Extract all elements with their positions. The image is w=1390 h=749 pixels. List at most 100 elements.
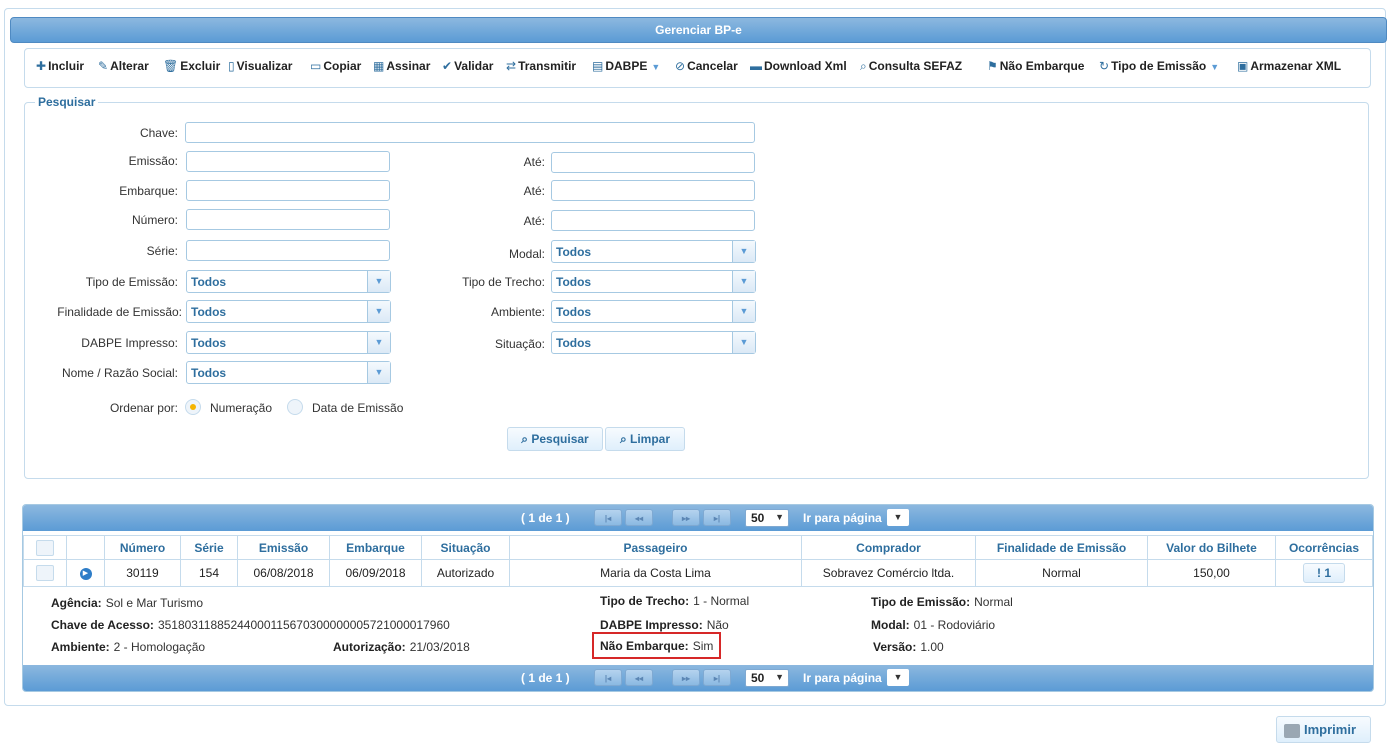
cancelar-button[interactable]: ⊘ Cancelar [675,59,738,73]
dabpe-select[interactable]: Todos ▼ [186,331,391,354]
search-icon: ⌕ [860,59,867,73]
ordenar-label: Ordenar por: [109,401,178,415]
imprimir-button[interactable]: Imprimir [1276,716,1371,743]
chevron-down-icon: ▼ [732,241,755,262]
pesquisar-button[interactable]: ⌕ Pesquisar [507,427,603,451]
cell-situacao: Autorizado [421,559,510,587]
flag-icon: ⚑ [987,59,998,73]
first-page-button[interactable]: |◂ [594,509,622,526]
situacao-label: Situação: [494,337,545,351]
serie-label: Série: [146,244,178,258]
goto-page-select[interactable]: ▼ [887,669,909,686]
expand-arrow-icon[interactable]: ▶ [79,567,92,580]
next-page-button[interactable]: ▸▸ [672,669,700,686]
copiar-button[interactable]: ▭ Copiar [310,59,361,73]
incluir-button[interactable]: ✚ Incluir [36,59,84,73]
finalidade-select[interactable]: Todos ▼ [186,300,391,323]
col-serie[interactable]: Série [180,535,238,560]
trash-icon: 🗑 [163,59,179,73]
col-passageiro[interactable]: Passageiro [509,535,802,560]
page-count: ( 1 de 1 ) [521,511,570,525]
alterar-button[interactable]: ✎ Alterar [98,59,149,73]
serie-input[interactable] [186,240,390,261]
radio-data-emissao[interactable] [287,399,303,415]
download-xml-button[interactable]: ▬ Download Xml [750,59,847,73]
last-page-button[interactable]: ▸| [703,669,731,686]
assinar-button[interactable]: ▦ Assinar [373,59,430,73]
results-table: Número Série Emissão Embarque Situação P… [23,535,1373,587]
col-comprador[interactable]: Comprador [801,535,976,560]
col-ocorrencias[interactable]: Ocorrências [1275,535,1373,560]
col-situacao[interactable]: Situação [421,535,510,560]
transfer-icon: ⇄ [506,59,517,73]
validar-button[interactable]: ✔ Validar [442,59,493,73]
goto-page-label: Ir para página [803,671,882,685]
excluir-button[interactable]: 🗑 Excluir [163,59,220,73]
emissao-from-input[interactable] [186,151,390,172]
tipo-emissao-dropdown[interactable]: ↻ Tipo de Emissão ▼ [1099,59,1219,73]
tipo-trecho-select[interactable]: Todos ▼ [551,270,756,293]
next-page-button[interactable]: ▸▸ [672,509,700,526]
transmitir-button[interactable]: ⇄ Transmitir [506,59,576,73]
chevron-down-icon: ▼ [367,332,390,353]
first-page-button[interactable]: |◂ [594,669,622,686]
detail-tipo-trecho: Tipo de Trecho: 1 - Normal [600,594,750,608]
caret-down-icon: ▼ [651,62,661,72]
chevron-down-icon: ▼ [732,271,755,292]
col-finalidade[interactable]: Finalidade de Emissão [975,535,1148,560]
cell-serie: 154 [180,559,238,587]
row-expand-cell: ▶ [66,559,105,587]
prev-page-button[interactable]: ◂◂ [625,509,653,526]
chave-input[interactable] [185,122,755,143]
radio-numeracao[interactable] [185,399,201,415]
prev-page-button[interactable]: ◂◂ [625,669,653,686]
detail-tipo-emissao: Tipo de Emissão: Normal [871,595,1013,609]
col-numero[interactable]: Número [104,535,181,560]
detail-versao: Versão: 1.00 [873,640,944,654]
nao-embarque-button[interactable]: ⚑ Não Embarque [987,59,1084,73]
limpar-button[interactable]: ⌕ Limpar [605,427,685,451]
last-page-button[interactable]: ▸| [703,509,731,526]
chevron-down-icon: ▼ [367,362,390,383]
pencil-icon: ✎ [98,59,109,73]
check-icon: ✔ [442,59,453,73]
table-row[interactable]: ▶ 30119 154 06/08/2018 06/09/2018 Autori… [23,559,1373,587]
page-size-select[interactable]: 50 ▼ [745,669,789,687]
row-checkbox[interactable] [36,565,54,581]
chevron-down-icon: ▼ [732,332,755,353]
col-embarque[interactable]: Embarque [329,535,422,560]
emissao-ate-label: Até: [523,155,545,169]
numero-from-input[interactable] [186,209,390,230]
dabpe-dropdown[interactable]: ▤ DABPE ▼ [592,59,660,73]
save-icon: ▣ [1237,59,1249,73]
visualizar-button[interactable]: ▯ Visualizar [228,59,292,73]
nome-label: Nome / Razão Social: [61,366,178,380]
situacao-select[interactable]: Todos ▼ [551,331,756,354]
chevron-down-icon: ▼ [775,672,784,682]
cell-embarque: 06/09/2018 [329,559,422,587]
search-icon: ⌕ [521,432,532,446]
page-size-select[interactable]: 50 ▼ [745,509,789,527]
cell-comprador: Sobravez Comércio ltda. [801,559,976,587]
emissao-to-input[interactable] [551,152,755,173]
tipo-trecho-label: Tipo de Trecho: [462,275,545,289]
cell-finalidade: Normal [975,559,1148,587]
signature-icon: ▦ [373,59,385,73]
consulta-sefaz-button[interactable]: ⌕ Consulta SEFAZ [860,59,962,74]
nome-select[interactable]: Todos ▼ [186,361,391,384]
pager-top: ( 1 de 1 ) |◂ ◂◂ ▸▸ ▸| 50 ▼ Ir para págin… [23,505,1373,531]
cell-numero: 30119 [104,559,181,587]
numero-to-input[interactable] [551,210,755,231]
armazenar-xml-button[interactable]: ▣ Armazenar XML [1237,59,1341,73]
select-all-checkbox[interactable] [36,539,54,556]
goto-page-select[interactable]: ▼ [887,509,909,526]
modal-select[interactable]: Todos ▼ [551,240,756,263]
cell-passageiro: Maria da Costa Lima [509,559,802,587]
col-valor[interactable]: Valor do Bilhete [1147,535,1276,560]
col-emissao[interactable]: Emissão [237,535,330,560]
tipo-emissao-select[interactable]: Todos ▼ [186,270,391,293]
ocorrencias-button[interactable]: ! 1 [1303,563,1345,583]
embarque-to-input[interactable] [551,180,755,201]
embarque-from-input[interactable] [186,180,390,201]
ambiente-select[interactable]: Todos ▼ [551,300,756,323]
